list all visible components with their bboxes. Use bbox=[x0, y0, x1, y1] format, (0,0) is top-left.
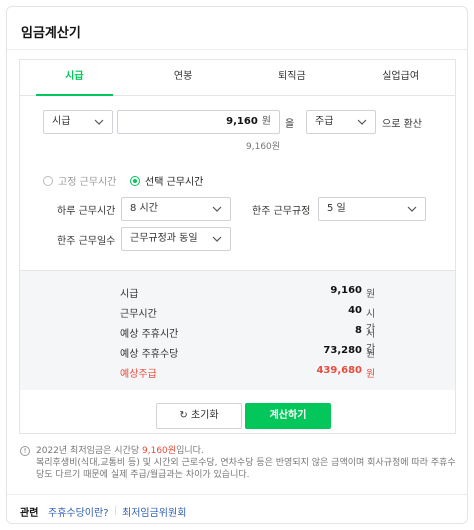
amount-hint: 9,160원 bbox=[246, 142, 281, 152]
daily-hours-label: 하루 근무시간 bbox=[57, 206, 116, 217]
note-suffix: 입니다. bbox=[176, 446, 204, 456]
chevron-down-icon bbox=[212, 199, 224, 219]
period-select[interactable]: 주급 bbox=[306, 110, 376, 134]
calculator-panel: 시급 연봉 퇴직금 실업급여 시급 9,160 원 을 주급 으로 환산 9,16… bbox=[19, 59, 456, 434]
divider bbox=[7, 49, 467, 50]
reset-label: 초기화 bbox=[190, 410, 219, 421]
radio-unchecked-icon bbox=[43, 175, 53, 186]
select-hours-label: 선택 근무시간 bbox=[145, 177, 204, 188]
daily-hours-value: 8 시간 bbox=[130, 203, 158, 214]
wage-amount-value: 9,160 bbox=[226, 116, 258, 127]
result-row: 근무시간 40 시간 bbox=[120, 305, 382, 335]
divider bbox=[7, 494, 467, 495]
result-row: 시급 9,160 원 bbox=[120, 285, 382, 303]
weekly-days-select[interactable]: 근무규정과 동일 bbox=[121, 227, 231, 251]
weekly-rule-value: 5 일 bbox=[327, 203, 346, 214]
fixed-hours-radio[interactable]: 고정 근무시간 bbox=[43, 173, 116, 188]
wage-calculator-card: 임금계산기 시급 연봉 퇴직금 실업급여 시급 9,160 원 을 주급 으로 환… bbox=[6, 6, 468, 524]
note-prefix: 2022년 최저임금은 시간당 bbox=[36, 446, 143, 456]
wage-amount-unit: 원 bbox=[261, 116, 271, 127]
weekly-rule-select[interactable]: 5 일 bbox=[318, 197, 426, 221]
wage-type-select[interactable]: 시급 bbox=[43, 110, 113, 134]
tab-hourly[interactable]: 시급 bbox=[20, 60, 129, 96]
card-title: 임금계산기 bbox=[21, 26, 81, 41]
chevron-down-icon bbox=[212, 229, 224, 249]
reset-button[interactable]: ↻ 초기화 bbox=[156, 403, 242, 429]
chevron-down-icon bbox=[94, 112, 106, 132]
note-highlight: 9,160원 bbox=[142, 446, 177, 456]
weekly-days-value: 근무규정과 동일 bbox=[130, 233, 198, 244]
period-value: 주급 bbox=[315, 116, 334, 127]
link-minimum-wage-commission[interactable]: 최저임금위원회 bbox=[122, 504, 186, 519]
result-unit: 원 bbox=[366, 369, 376, 380]
tab-bar: 시급 연봉 퇴직금 실업급여 bbox=[20, 60, 455, 96]
result-value: 9,160 bbox=[330, 285, 362, 296]
info-note: ! 2022년 최저임금은 시간당 9,160원입니다. 복리후생비(식대,교통… bbox=[20, 445, 460, 481]
result-value: 40 bbox=[348, 305, 362, 316]
result-label: 예상 주휴수당 bbox=[120, 349, 179, 360]
result-unit: 원 bbox=[366, 289, 376, 300]
result-row: 예상 주휴시간 8 시간 bbox=[120, 325, 382, 355]
fixed-hours-label: 고정 근무시간 bbox=[58, 177, 117, 188]
weekly-rule-label: 한주 근무규정 bbox=[252, 206, 311, 217]
note-detail: 복리후생비(식대,교통비 등) 및 시간외 근로수당, 연차수당 등은 반영되지… bbox=[36, 458, 456, 480]
wage-type-value: 시급 bbox=[52, 116, 71, 127]
wage-amount-input[interactable]: 9,160 원 bbox=[117, 110, 280, 134]
tab-unemployment[interactable]: 실업급여 bbox=[346, 60, 455, 95]
chevron-down-icon bbox=[357, 112, 369, 132]
chevron-down-icon bbox=[407, 199, 419, 219]
tab-annual[interactable]: 연봉 bbox=[129, 60, 238, 95]
particle-text: 을 bbox=[285, 119, 295, 130]
convert-suffix: 으로 환산 bbox=[382, 119, 422, 130]
select-hours-radio[interactable]: 선택 근무시간 bbox=[130, 173, 203, 188]
daily-hours-select[interactable]: 8 시간 bbox=[121, 197, 231, 221]
result-value: 8 bbox=[355, 325, 362, 336]
info-icon: ! bbox=[20, 446, 30, 456]
weekly-days-label: 한주 근무일수 bbox=[57, 236, 116, 247]
result-value: 439,680 bbox=[316, 365, 362, 376]
separator bbox=[115, 506, 116, 515]
result-row: 예상 주휴수당 73,280 원 bbox=[120, 345, 382, 363]
result-panel: 시급 9,160 원 근무시간 40 시간 예상 주휴시간 8 시간 예상 주휴… bbox=[20, 270, 455, 390]
result-unit: 원 bbox=[366, 349, 376, 360]
link-weekly-holiday-pay[interactable]: 주휴수당이란? bbox=[48, 504, 109, 519]
refresh-icon: ↻ bbox=[179, 410, 188, 421]
related-label: 관련 bbox=[20, 508, 39, 519]
calculate-button[interactable]: 계산하기 bbox=[245, 403, 331, 429]
result-label: 예상 주휴시간 bbox=[120, 329, 179, 340]
radio-checked-icon bbox=[130, 175, 140, 186]
result-row-total: 예상주급 439,680 원 bbox=[120, 365, 382, 383]
result-label: 근무시간 bbox=[120, 309, 157, 320]
tab-severance[interactable]: 퇴직금 bbox=[238, 60, 347, 95]
result-label: 시급 bbox=[120, 289, 139, 300]
result-label: 예상주급 bbox=[120, 369, 157, 380]
result-value: 73,280 bbox=[323, 345, 362, 356]
